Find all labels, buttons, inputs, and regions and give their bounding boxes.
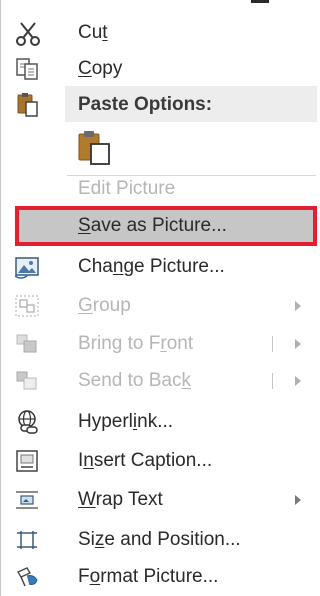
- menu-item-save-as-picture[interactable]: Save as Picture...: [1, 207, 317, 245]
- menu-item-label: Bring to Front: [78, 333, 194, 354]
- menu-item-edit-picture[interactable]: Edit Picture: [1, 170, 317, 208]
- hyperlink-icon: [13, 409, 43, 435]
- menu-item-label: Copy: [78, 58, 123, 79]
- split-divider: [272, 373, 273, 389]
- insert-caption-icon: [13, 448, 43, 474]
- split-divider: [272, 336, 273, 352]
- menu-item-format-picture[interactable]: Format Picture...: [1, 558, 317, 596]
- menu-item-label: Format Picture...: [78, 566, 219, 587]
- paste-options-heading: Paste Options:: [1, 86, 317, 124]
- menu-item-label: Hyperlink...: [78, 411, 174, 432]
- menu-item-send-to-back[interactable]: Send to Back: [1, 362, 317, 400]
- window-edge: [251, 0, 269, 3]
- wrap-text-icon: [13, 487, 43, 513]
- menu-item-label: Group: [78, 295, 131, 316]
- menu-item-label: Change Picture...: [78, 256, 225, 277]
- size-and-position-icon: [13, 527, 43, 553]
- submenu-arrow-icon: [295, 339, 301, 349]
- submenu-arrow-icon: [295, 376, 301, 386]
- menu-item-label: Cut: [78, 22, 108, 43]
- context-menu: Cut Copy Paste Options: Edit Picture Sav…: [0, 0, 317, 596]
- menu-item-group[interactable]: Group: [1, 287, 317, 325]
- send-to-back-icon: [13, 368, 43, 394]
- menu-item-size-and-position[interactable]: Size and Position...: [1, 521, 317, 559]
- group-icon: [13, 293, 43, 319]
- menu-item-wrap-text[interactable]: Wrap Text: [1, 481, 317, 519]
- menu-item-change-picture[interactable]: Change Picture...: [1, 248, 317, 286]
- submenu-arrow-icon: [295, 301, 301, 311]
- change-picture-icon: [13, 254, 43, 280]
- paste-picture-icon[interactable]: [75, 128, 115, 168]
- menu-item-label: Send to Back: [78, 370, 192, 391]
- menu-item-label: Wrap Text: [78, 489, 163, 510]
- copy-icon: [13, 56, 43, 82]
- format-picture-icon: [13, 564, 43, 590]
- menu-item-label: Save as Picture...: [78, 215, 227, 236]
- menu-item-label: Edit Picture: [78, 178, 176, 199]
- paste-options-label: Paste Options:: [78, 94, 213, 115]
- menu-item-bring-to-front[interactable]: Bring to Front: [1, 325, 317, 363]
- bring-to-front-icon: [13, 331, 43, 357]
- menu-item-label: Size and Position...: [78, 529, 241, 550]
- paste-icon: [13, 92, 43, 118]
- menu-item-cut[interactable]: Cut: [1, 14, 317, 52]
- menu-item-insert-caption[interactable]: Insert Caption...: [1, 442, 317, 480]
- menu-item-hyperlink[interactable]: Hyperlink...: [1, 403, 317, 441]
- submenu-arrow-icon: [295, 495, 301, 505]
- menu-item-label: Insert Caption...: [78, 450, 213, 471]
- paste-options-row: [67, 124, 317, 174]
- menu-item-copy[interactable]: Copy: [1, 50, 317, 88]
- scissors-icon: [13, 20, 43, 46]
